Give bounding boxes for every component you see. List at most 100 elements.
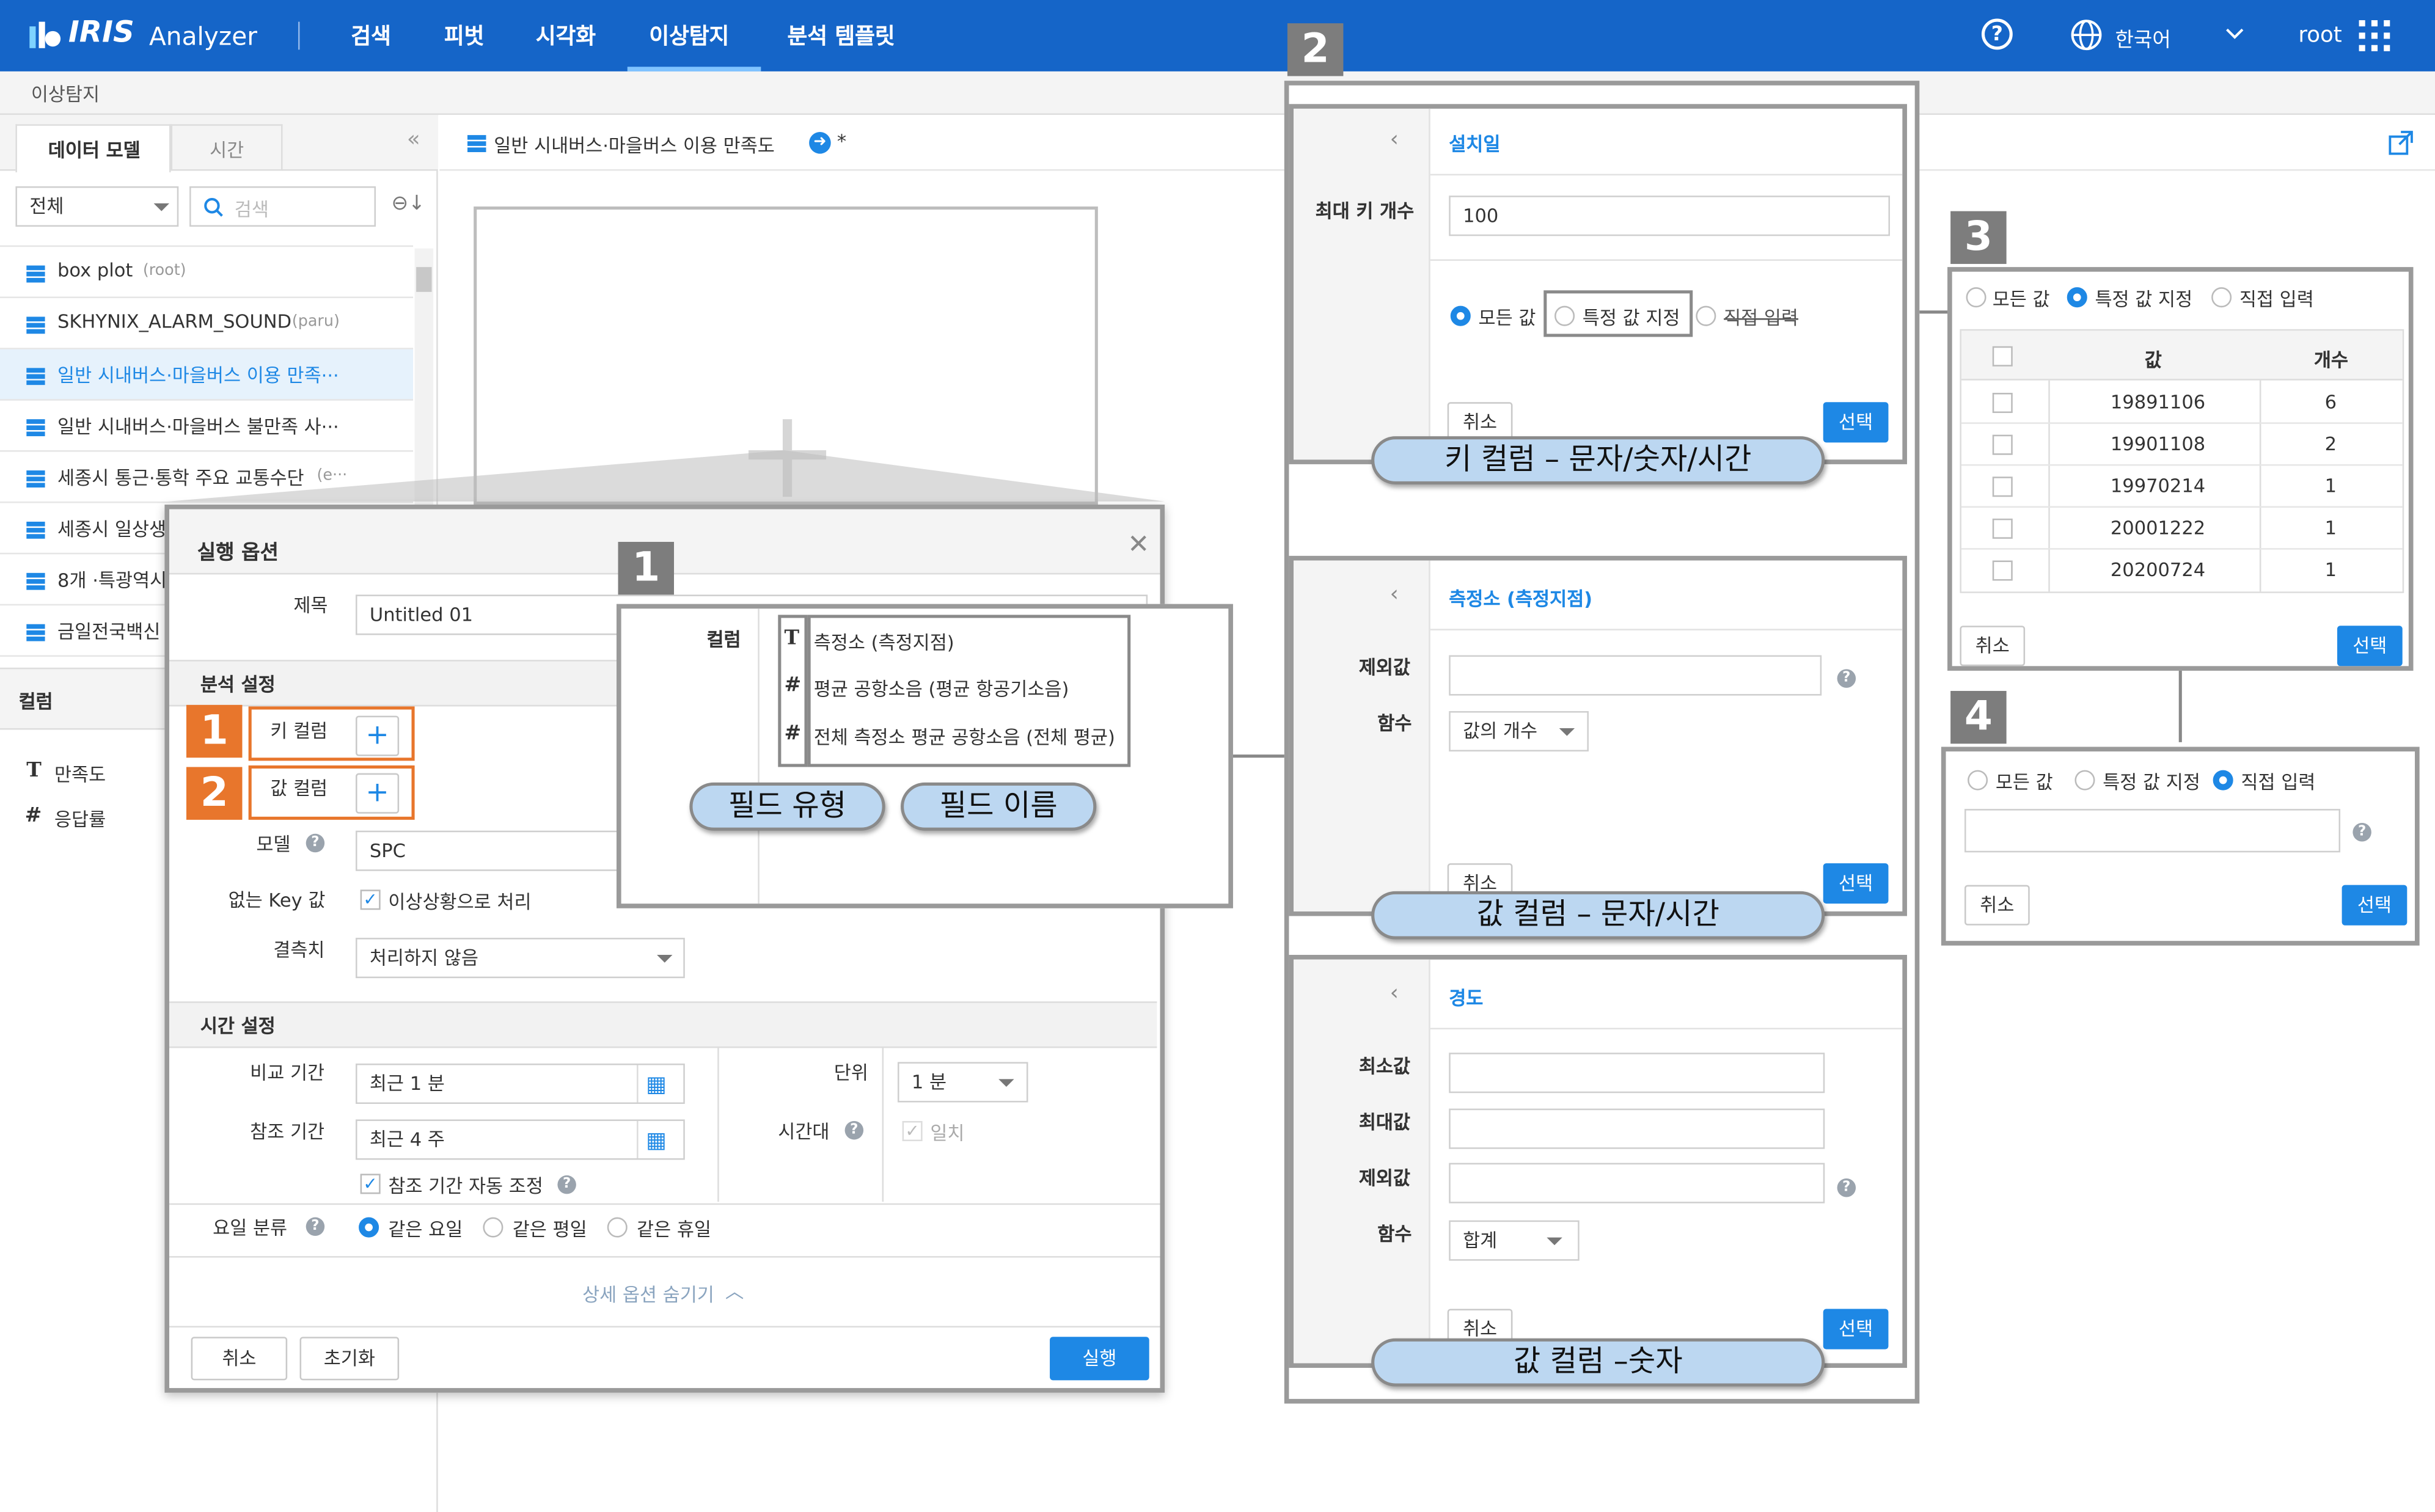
max-input[interactable] (1449, 1108, 1825, 1149)
table-row[interactable]: 19891106 6 (1961, 382, 2403, 424)
radio-all-values[interactable] (1966, 287, 1986, 308)
footer-divider (169, 1326, 1160, 1328)
weekday-radio-holiday[interactable] (607, 1217, 628, 1238)
timezone-checkbox[interactable]: ✓ (902, 1120, 923, 1142)
time-section-title: 시간 설정 (200, 1015, 276, 1037)
row-checkbox[interactable] (1992, 392, 2013, 414)
weekday-radio-weekday[interactable] (483, 1217, 503, 1238)
unit-label: 단위 (833, 1062, 868, 1084)
select-button[interactable]: 선택 (1823, 1309, 1889, 1349)
row-checkbox[interactable] (1992, 477, 2013, 497)
radio-all-values[interactable] (1450, 305, 1471, 326)
cancel-button-label: 취소 (222, 1348, 257, 1370)
radio-label: 모든 값 (1478, 307, 1536, 329)
missing-value-option: 처리하지 않음 (369, 947, 478, 969)
time-section: 시간 설정 (169, 1001, 1157, 1048)
missing-key-label: 없는 Key 값 (228, 889, 326, 911)
weekday-radio-same-day[interactable] (359, 1217, 379, 1238)
field-name[interactable]: 전체 측정소 평균 공항소음 (전체 평균) (814, 723, 1115, 750)
radio-specific-values[interactable] (1554, 305, 1575, 326)
calendar-icon[interactable]: ▦ (646, 1123, 667, 1160)
cancel-button[interactable]: 취소 (191, 1337, 288, 1381)
chevron-up-icon[interactable]: ︿ (725, 1278, 744, 1304)
radio-specific-values[interactable] (2074, 770, 2095, 791)
row-divider (1430, 1028, 1903, 1030)
back-chevron-icon[interactable]: ‹ (1390, 582, 1399, 607)
compare-period-input[interactable]: 최근 1 분 ▦ (356, 1063, 685, 1105)
unit-select[interactable]: 1 분 (897, 1062, 1028, 1103)
auto-adjust-checkbox[interactable]: ✓ (360, 1174, 381, 1194)
help-icon[interactable]: ? (1837, 1178, 1856, 1197)
back-chevron-icon[interactable]: ‹ (1390, 127, 1399, 152)
model-select[interactable]: SPC (356, 830, 635, 871)
radio-direct-input[interactable] (2213, 770, 2233, 791)
title-label: 제목 (293, 594, 328, 616)
select-button[interactable]: 선택 (2337, 626, 2403, 667)
help-icon[interactable]: ? (557, 1175, 576, 1194)
help-icon[interactable]: ? (2353, 822, 2371, 842)
caret-down-icon (1559, 728, 1575, 736)
function-label: 함수 (1377, 712, 1412, 735)
exclude-label: 제외값 (1358, 657, 1410, 679)
row-checkbox[interactable] (1992, 434, 2013, 455)
select-button[interactable]: 선택 (2342, 885, 2408, 926)
value-number-panel: ‹ 경도 최소값 최대값 제외값 ? 함수 합계 취소 선택 (1289, 955, 1907, 1368)
select-all-checkbox[interactable] (1992, 346, 2013, 367)
select-button[interactable]: 선택 (1823, 863, 1889, 904)
exclude-input[interactable] (1449, 1163, 1825, 1203)
direct-input-field[interactable] (1964, 809, 2341, 853)
missing-key-option: 이상상황으로 처리 (388, 891, 532, 913)
value-text-caption: 값 컬럼 – 문자/시간 (1371, 891, 1825, 940)
table-header: 값 개수 (1961, 331, 2403, 381)
missing-value-select[interactable]: 처리하지 않음 (356, 938, 685, 979)
radio-label: 특정 값 지정 (1582, 307, 1680, 329)
hide-detail-toggle[interactable]: 상세 옵션 숨기기 (582, 1281, 714, 1307)
exclude-input[interactable] (1449, 655, 1822, 696)
callout-badge-2: 2 (186, 767, 243, 820)
help-icon[interactable]: ? (844, 1120, 864, 1140)
caret-down-icon (657, 955, 673, 963)
cancel-button[interactable]: 취소 (1960, 626, 2026, 667)
ref-period-input[interactable]: 최근 4 주 ▦ (356, 1119, 685, 1160)
radio-specific-values[interactable] (2067, 287, 2087, 308)
panel-field-name: 설치일 (1449, 133, 1501, 156)
table-row[interactable]: 20001222 1 (1961, 508, 2403, 550)
select-button[interactable]: 선택 (1823, 402, 1889, 443)
reset-button[interactable]: 초기화 (299, 1337, 400, 1381)
help-icon[interactable]: ? (306, 1217, 325, 1236)
caret-down-icon (998, 1079, 1014, 1087)
function-select[interactable]: 값의 개수 (1449, 711, 1589, 752)
help-icon[interactable]: ? (1837, 669, 1856, 688)
radio-direct-input[interactable] (2211, 287, 2232, 308)
radio-direct-input[interactable] (1696, 305, 1716, 326)
calendar-icon[interactable]: ▦ (646, 1067, 667, 1104)
help-icon[interactable]: ? (306, 833, 325, 853)
radio-all-values[interactable] (1968, 770, 1988, 791)
ref-period-value: 최근 4 주 (369, 1128, 445, 1151)
back-chevron-icon[interactable]: ‹ (1390, 981, 1399, 1006)
radio-label: 직접 입력 (1724, 307, 1799, 329)
run-button[interactable]: 실행 (1050, 1337, 1149, 1381)
field-name[interactable]: 평균 공항소음 (평균 항공기소음) (814, 676, 1069, 702)
max-keys-label: 최대 키 개수 (1315, 200, 1415, 222)
table-row[interactable]: 19901108 2 (1961, 424, 2403, 466)
timezone-option: 일치 (930, 1122, 965, 1145)
row-checkbox[interactable] (1992, 560, 2013, 581)
model-value: SPC (369, 839, 406, 862)
row-checkbox[interactable] (1992, 518, 2013, 539)
row-value: 19970214 (2110, 475, 2206, 497)
run-button-label: 실행 (1082, 1348, 1117, 1370)
function-select[interactable]: 합계 (1449, 1220, 1580, 1261)
close-icon[interactable]: ✕ (1127, 530, 1149, 561)
key-column-highlight (248, 706, 415, 761)
cancel-button[interactable]: 취소 (1964, 885, 2030, 926)
table-row[interactable]: 20200724 1 (1961, 550, 2403, 592)
missing-key-checkbox[interactable]: ✓ (360, 889, 381, 910)
radio-label: 특정 값 지정 (2103, 772, 2200, 794)
cancel-button-label: 취소 (1462, 1318, 1498, 1340)
table-row[interactable]: 19970214 1 (1961, 466, 2403, 508)
field-name[interactable]: 측정소 (측정지점) (814, 629, 954, 655)
field-name-pill: 필드 이름 (901, 782, 1097, 831)
min-input[interactable] (1449, 1053, 1825, 1094)
max-keys-input[interactable]: 100 (1449, 195, 1891, 236)
